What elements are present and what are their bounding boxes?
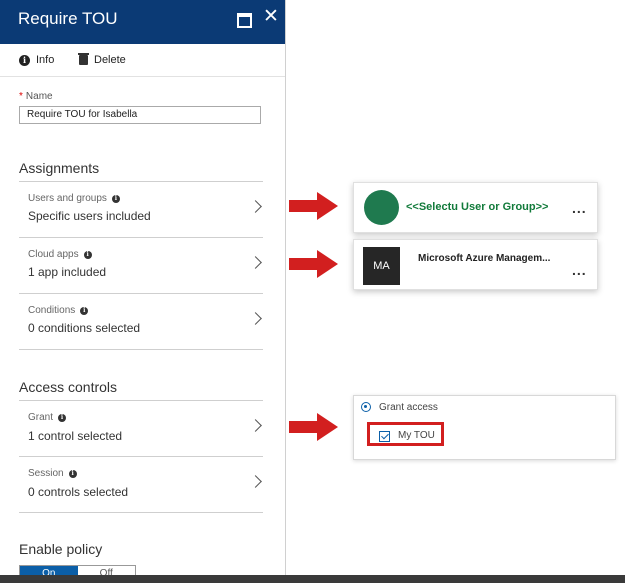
blade-header: Require TOU ✕	[0, 0, 285, 44]
chevron-right-icon	[249, 475, 262, 488]
close-icon[interactable]: ✕	[263, 7, 279, 27]
cloud-app-card[interactable]: MA Microsoft Azure Managem... ...	[353, 239, 598, 290]
row-label-text: Users and groups	[28, 193, 107, 204]
row-label-text: Grant	[28, 412, 54, 423]
maximize-icon[interactable]	[237, 13, 252, 28]
policy-blade: Require TOU ✕ i Info Delete * Name Requir…	[0, 0, 286, 583]
name-label-text: Name	[25, 91, 53, 102]
enable-policy-heading: Enable policy	[19, 541, 103, 557]
info-icon: i	[19, 54, 30, 66]
users-and-groups-value: Specific users included	[28, 209, 151, 223]
access-controls-heading: Access controls	[19, 379, 118, 395]
user-group-card[interactable]: <<Selectu User or Group>> ...	[353, 182, 598, 233]
arrow-right-icon	[289, 413, 338, 441]
my-tou-checkbox[interactable]	[379, 431, 390, 442]
user-group-placeholder: <<Selectu User or Group>>	[406, 201, 549, 213]
grant-value: 1 control selected	[28, 429, 123, 443]
cloud-apps-label: Cloud apps i	[28, 249, 92, 260]
name-input[interactable]: Require TOU for Isabella	[19, 106, 261, 124]
chevron-right-icon	[249, 200, 262, 213]
session-row[interactable]: Session i 0 controls selected	[19, 457, 263, 513]
row-divider	[19, 512, 263, 513]
row-divider	[19, 349, 263, 350]
cloud-apps-value: 1 app included	[28, 265, 107, 279]
app-tile: MA	[363, 247, 400, 285]
grant-panel: Grant access My TOU	[353, 395, 616, 460]
chevron-right-icon	[249, 256, 262, 269]
avatar	[364, 190, 399, 225]
blade-title: Require TOU	[18, 9, 118, 28]
users-and-groups-label: Users and groups i	[28, 193, 120, 204]
grant-access-radio[interactable]	[361, 402, 371, 412]
users-and-groups-row[interactable]: Users and groups i Specific users include…	[19, 182, 263, 238]
conditions-row[interactable]: Conditions i 0 conditions selected	[19, 294, 263, 350]
chevron-right-icon	[249, 312, 262, 325]
info-icon: i	[111, 194, 120, 203]
row-label-text: Cloud apps	[28, 249, 79, 260]
grant-label: Grant i	[28, 412, 67, 423]
assignments-heading: Assignments	[19, 160, 100, 176]
cloud-apps-row[interactable]: Cloud apps i 1 app included	[19, 238, 263, 294]
my-tou-label: My TOU	[398, 430, 435, 441]
session-label: Session i	[28, 468, 77, 479]
toolbar-divider	[0, 76, 285, 77]
arrow-right-icon	[289, 250, 338, 278]
grant-access-label: Grant access	[379, 402, 438, 413]
trash-icon	[78, 53, 89, 65]
delete-button[interactable]: Delete	[78, 53, 126, 66]
info-icon: i	[58, 413, 67, 422]
conditions-label: Conditions i	[28, 305, 89, 316]
tou-highlight-box: My TOU	[367, 422, 444, 446]
conditions-value: 0 conditions selected	[28, 321, 141, 335]
delete-label: Delete	[94, 54, 126, 66]
grant-row[interactable]: Grant i 1 control selected	[19, 401, 263, 457]
row-label-text: Conditions	[28, 305, 76, 316]
session-value: 0 controls selected	[28, 485, 129, 499]
toolbar: i Info Delete	[0, 50, 285, 74]
info-icon: i	[83, 250, 92, 259]
more-icon[interactable]: ...	[572, 262, 587, 278]
chevron-right-icon	[249, 419, 262, 432]
bottom-bar	[0, 575, 625, 583]
app-name: Microsoft Azure Managem...	[418, 253, 551, 264]
info-icon: i	[80, 306, 89, 315]
info-label: Info	[36, 54, 55, 66]
info-button[interactable]: i Info	[19, 54, 54, 66]
name-label: * Name	[19, 91, 53, 102]
more-icon[interactable]: ...	[572, 200, 587, 216]
arrow-right-icon	[289, 192, 338, 220]
row-label-text: Session	[28, 468, 64, 479]
info-icon: i	[68, 469, 77, 478]
required-marker: *	[19, 91, 23, 102]
